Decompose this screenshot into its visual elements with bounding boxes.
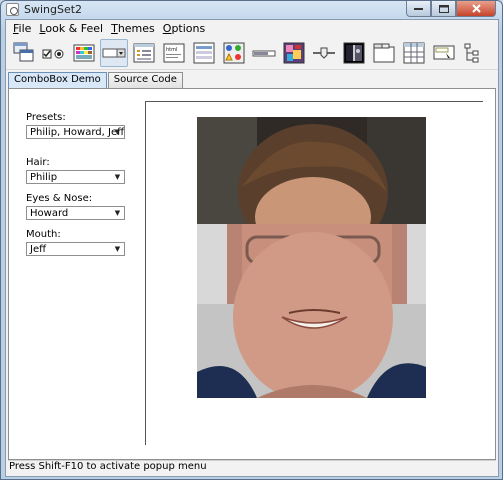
tooltip-demo-icon — [433, 45, 455, 59]
table-demo-icon — [403, 42, 425, 63]
internal-frame-demo-button[interactable] — [10, 39, 38, 67]
progress-bar-demo-button[interactable] — [250, 39, 278, 67]
tooltip-demo-button[interactable] — [430, 39, 458, 67]
eyes-nose-value: Howard — [30, 207, 69, 219]
minimize-icon — [414, 7, 423, 10]
eyes-nose-label: Eyes & Nose: — [26, 193, 93, 204]
progress-bar-demo-icon — [252, 50, 276, 56]
tab-source-code[interactable]: Source Code — [107, 72, 183, 88]
demo-toolbar: html — [6, 36, 498, 70]
split-pane-demo-button[interactable] — [340, 39, 368, 67]
combobox-demo-button[interactable] — [100, 38, 128, 67]
tabbed-pane-demo-button[interactable] — [370, 39, 398, 67]
table-demo-button[interactable] — [400, 39, 428, 67]
slider-demo-icon — [313, 47, 335, 59]
close-icon — [471, 4, 481, 13]
color-chooser-demo-icon — [73, 44, 95, 61]
hair-value: Philip — [30, 171, 58, 183]
chevron-down-icon[interactable]: ▼ — [111, 126, 124, 138]
tab-combobox-demo[interactable]: ComboBox Demo — [8, 72, 107, 89]
list-demo-button[interactable] — [190, 39, 218, 67]
window-controls — [406, 1, 496, 17]
presets-combobox[interactable]: Philip, Howard, Jeff ▼ — [26, 125, 125, 139]
hair-combobox[interactable]: Philip ▼ — [26, 170, 125, 184]
tabbed-pane-demo-icon — [373, 43, 395, 62]
demo-tabs: ComboBox Demo Source Code — [8, 72, 184, 89]
frame-content: File Look & Feel Themes Options html Com… — [5, 19, 499, 477]
tree-demo-icon — [464, 43, 479, 62]
menu-look-and-feel[interactable]: Look & Feel — [35, 22, 107, 35]
html-demo-icon: html — [163, 43, 185, 62]
menu-options[interactable]: Options — [159, 22, 209, 35]
title-bar: SwingSet2 — [1, 1, 502, 19]
button-demo-button[interactable] — [40, 39, 68, 67]
hair-group: Hair: Philip ▼ — [26, 157, 125, 184]
file-chooser-demo-button[interactable] — [130, 39, 158, 67]
chevron-down-icon[interactable]: ▼ — [111, 171, 124, 183]
presets-group: Presets: Philip, Howard, Jeff ▼ — [26, 112, 125, 139]
maximize-button[interactable] — [431, 1, 456, 17]
close-button[interactable] — [456, 1, 496, 17]
mouth-label: Mouth: — [26, 229, 61, 240]
app-icon — [6, 3, 19, 16]
mouth-value: Jeff — [30, 243, 46, 255]
menu-bar: File Look & Feel Themes Options — [6, 20, 498, 36]
mouth-combobox[interactable]: Jeff ▼ — [26, 242, 125, 256]
presets-value: Philip, Howard, Jeff — [30, 126, 124, 138]
slider-demo-button[interactable] — [310, 39, 338, 67]
eyes-nose-combobox[interactable]: Howard ▼ — [26, 206, 125, 220]
html-demo-button[interactable]: html — [160, 39, 188, 67]
color-chooser-demo-button[interactable] — [70, 39, 98, 67]
mouth-group: Mouth: Jeff ▼ — [26, 229, 125, 256]
face-picture — [197, 117, 426, 398]
internal-frame-demo-icon — [13, 42, 34, 61]
minimize-button[interactable] — [406, 1, 431, 17]
combobox-demo-panel: Presets: Philip, Howard, Jeff ▼ Hair: Ph… — [8, 88, 496, 460]
chevron-down-icon[interactable]: ▼ — [111, 243, 124, 255]
option-pane-demo-icon — [223, 42, 245, 63]
menu-themes[interactable]: Themes — [107, 22, 159, 35]
maximize-icon — [438, 4, 449, 13]
split-pane-demo-icon — [343, 42, 365, 63]
scroll-pane-demo-icon — [283, 42, 305, 63]
hair-label: Hair: — [26, 157, 50, 168]
window-title: SwingSet2 — [24, 3, 83, 16]
list-demo-icon — [193, 42, 215, 63]
tree-demo-button[interactable] — [460, 39, 488, 67]
composite-face-image — [197, 117, 426, 398]
status-bar: Press Shift-F10 to activate popup menu — [8, 460, 496, 474]
file-chooser-demo-icon — [133, 43, 155, 62]
app-window: SwingSet2 File Look & Feel Themes Option… — [0, 0, 503, 480]
option-pane-demo-button[interactable] — [220, 39, 248, 67]
presets-label: Presets: — [26, 112, 66, 123]
chevron-down-icon[interactable]: ▼ — [111, 207, 124, 219]
scroll-pane-demo-button[interactable] — [280, 39, 308, 67]
svg-text:html: html — [166, 47, 177, 53]
eyes-nose-group: Eyes & Nose: Howard ▼ — [26, 193, 125, 220]
button-demo-icon — [42, 49, 64, 58]
menu-file[interactable]: File — [9, 22, 35, 35]
combobox-demo-icon — [102, 48, 126, 57]
